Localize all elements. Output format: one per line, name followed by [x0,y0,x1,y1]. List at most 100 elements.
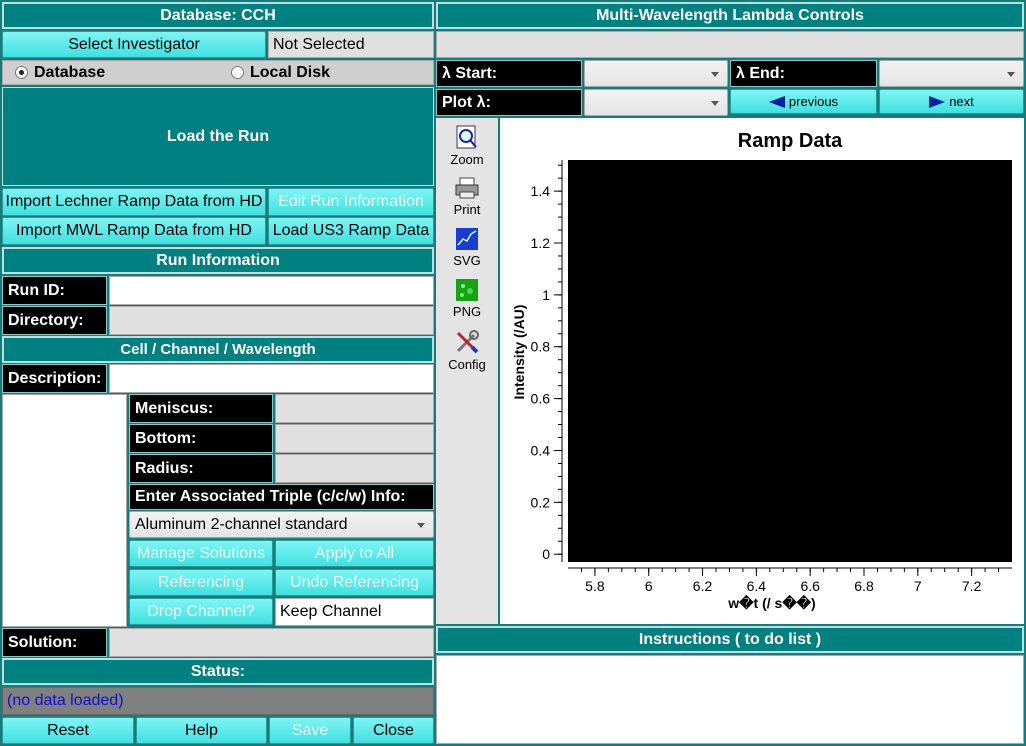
mwl-info-field [436,31,1024,58]
x-tick-label: 7 [914,578,922,594]
keep-channel-field: Keep Channel [275,598,434,626]
x-tick-label: 6.6 [800,578,820,594]
plot-lambda-label: Plot λ: [436,89,582,116]
x-axis-label: w�t (/ s��) [727,594,815,611]
x-tick-label: 6.8 [854,578,874,594]
lambda-end-label: λ End: [730,60,877,87]
plot-canvas[interactable] [568,160,1012,562]
printer-icon [455,177,479,199]
arrow-right-icon [929,95,946,108]
zoom-icon [456,125,477,149]
print-label: Print [453,202,481,217]
y-tick-label: 1.4 [531,183,551,199]
arrow-left-icon [768,95,785,108]
select-investigator-button[interactable]: Select Investigator [2,31,266,58]
description-field[interactable] [109,364,434,393]
meniscus-label: Meniscus: [129,394,273,423]
lambda-start-label: λ Start: [436,60,582,87]
y-tick-label: 0 [542,546,550,562]
manage-solutions-button[interactable]: Manage Solutions [129,540,273,567]
print-tool[interactable]: Print [439,176,495,217]
previous-label: previous [788,94,839,109]
centerpiece-select[interactable]: Aluminum 2-channel standard [129,511,434,538]
config-tool[interactable]: Config [439,329,495,372]
y-axis-label: Intensity (/AU) [511,305,527,400]
solution-field [109,628,434,657]
instructions-text [436,655,1024,744]
directory-label: Directory: [2,306,107,335]
run-id-field[interactable] [109,276,434,305]
investigator-field: Not Selected [268,31,434,58]
svg-label: SVG [453,253,481,268]
zoom-label: Zoom [450,152,484,167]
bottom-field [275,424,434,453]
lambda-end-select[interactable] [879,60,1024,87]
png-label: PNG [452,304,482,319]
next-label: next [949,94,974,109]
x-tick-label: 6.2 [693,578,713,594]
chevron-down-icon [711,100,719,106]
plot-panel: Ramp Data 0 0.2 0.4 0.6 0.8 1 1.2 1.4 5.8 6 6.2 6.4… [500,118,1024,624]
y-tick-label: 0.8 [531,339,551,355]
help-button[interactable]: Help [136,717,267,744]
y-tick-label: 1.2 [531,235,551,251]
run-info-header: Run Information [1,246,435,275]
wrench-screwdriver-icon [456,330,479,354]
x-tick-label: 5.8 [585,578,605,594]
status-field: (no data loaded) [2,687,434,715]
chevron-down-icon [711,71,719,77]
previous-button[interactable]: previous [730,89,877,114]
database-header: Database: CCH [1,1,435,30]
plot-lambda-select[interactable] [584,89,728,116]
instructions-header: Instructions ( to do list ) [435,625,1025,654]
meniscus-field [275,394,434,423]
load-run-button[interactable]: Load the Run [2,87,434,186]
save-button[interactable]: Save [269,717,351,744]
lambda-start-select[interactable] [584,60,728,87]
local-disk-radio-label[interactable]: Local Disk [250,64,330,82]
x-tick-label: 7.2 [962,578,982,594]
x-tick-label: 6.4 [747,578,767,594]
import-mwl-button[interactable]: Import MWL Ramp Data from HD [2,217,266,245]
bottom-label: Bottom: [129,424,273,453]
chevron-down-icon [417,522,425,528]
svg-icon [456,228,478,250]
svg-tool[interactable]: SVG [439,227,495,268]
mwl-header: Multi-Wavelength Lambda Controls [435,1,1025,30]
referencing-button[interactable]: Referencing [129,569,273,596]
config-label: Config [448,357,486,372]
run-id-label: Run ID: [2,276,107,305]
local-disk-radio[interactable] [231,66,244,79]
chart-title: Ramp Data [738,130,843,152]
y-tick-label: 0.4 [531,442,551,458]
database-radio-label[interactable]: Database [34,64,105,82]
load-us3-button[interactable]: Load US3 Ramp Data [268,217,434,245]
solution-label: Solution: [2,628,107,657]
reset-button[interactable]: Reset [2,717,134,744]
database-radio[interactable] [15,66,28,79]
edit-run-info-button[interactable]: Edit Run Information [268,188,434,216]
y-tick-label: 0.2 [531,494,551,510]
description-label: Description: [2,364,107,393]
triple-list[interactable] [2,394,127,627]
png-icon [456,279,478,301]
triple-info-label: Enter Associated Triple (c/c/w) Info: [129,484,434,510]
radius-field [275,454,434,483]
undo-referencing-button[interactable]: Undo Referencing [275,569,434,596]
zoom-tool[interactable]: Zoom [439,124,495,167]
drop-channel-button[interactable]: Drop Channel? [129,598,273,625]
png-tool[interactable]: PNG [439,278,495,319]
ccw-header: Cell / Channel / Wavelength [1,335,435,364]
import-lechner-button[interactable]: Import Lechner Ramp Data from HD [2,188,266,216]
centerpiece-value: Aluminum 2-channel standard [135,515,348,533]
ramp-data-chart[interactable]: Ramp Data 0 0.2 0.4 0.6 0.8 1 1.2 1.4 5.8 6 6.2 6.4… [500,118,1024,624]
y-tick-label: 1 [542,287,550,303]
data-source-bar: Database Local Disk [2,60,434,85]
directory-field [109,306,434,335]
next-button[interactable]: next [879,89,1024,114]
radius-label: Radius: [129,454,273,483]
x-tick-label: 6 [645,578,653,594]
apply-to-all-button[interactable]: Apply to All [275,540,434,567]
chevron-down-icon [1007,71,1015,77]
close-button[interactable]: Close [353,717,434,744]
